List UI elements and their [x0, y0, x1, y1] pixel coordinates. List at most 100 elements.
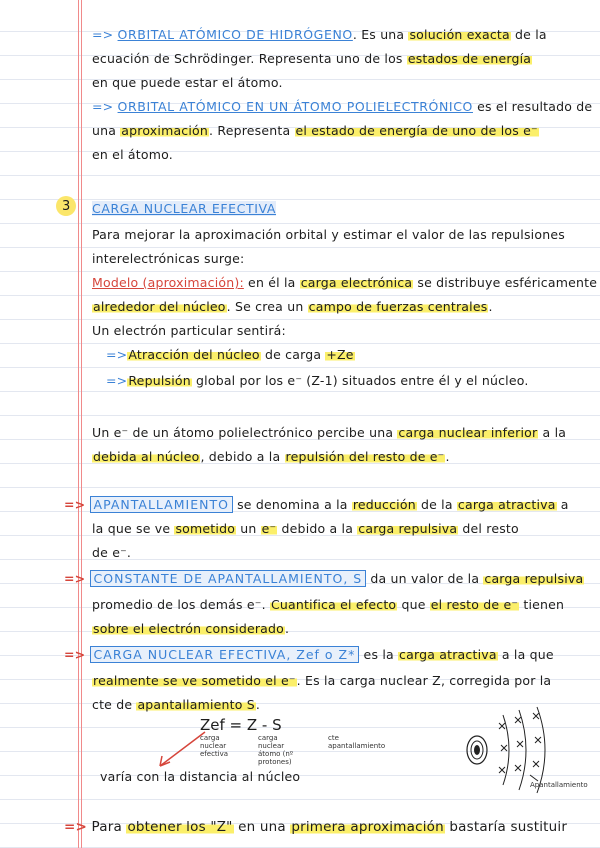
text: tienen	[519, 597, 565, 612]
note-line: Para mejorar la aproximación orbital y e…	[92, 226, 592, 244]
arrow-icon: =>	[92, 99, 114, 114]
highlight: e⁻	[260, 521, 278, 536]
text: bastaría sustituir	[444, 819, 568, 835]
text: debido a la	[277, 521, 358, 536]
note-line: => Para obtener los "Z" en una primera a…	[64, 818, 592, 836]
section-number: 3	[62, 199, 71, 214]
text: cte de	[92, 697, 137, 712]
text: de e⁻.	[92, 545, 132, 560]
text: ecuación de Schrödinger. Representa uno …	[92, 51, 407, 66]
text: . Se crea un	[226, 299, 308, 314]
note-line: Modelo (aproximación): en él la carga el…	[92, 274, 597, 292]
term-apantallamiento: APANTALLAMIENTO	[89, 496, 233, 513]
text: es la	[359, 647, 399, 662]
note-line: =>Atracción del núcleo de carga +Ze	[106, 346, 592, 364]
note-line: CARGA NUCLEAR EFECTIVA	[92, 200, 592, 218]
highlight: aproximación	[120, 123, 210, 138]
highlight: +Ze	[325, 347, 355, 362]
highlight: carga repulsiva	[483, 571, 585, 586]
text: a	[556, 497, 569, 512]
text: Para	[91, 819, 127, 835]
note-line: en el átomo.	[92, 146, 592, 164]
highlight: estados de energía	[406, 51, 533, 66]
arrow-icon: =>	[92, 27, 114, 42]
text: global por los e⁻ (Z-1) situados entre é…	[191, 373, 529, 388]
arrow-icon: =>	[64, 647, 86, 662]
note-line: => ORBITAL ATÓMICO DE HIDRÓGENO. Es una …	[92, 26, 592, 44]
note-line: sobre el electrón considerado.	[92, 620, 592, 638]
note-line: realmente se ve sometido el e⁻. Es la ca…	[92, 672, 592, 690]
highlight: repulsión del resto de e⁻	[284, 449, 446, 464]
text: .	[255, 697, 261, 712]
text: .	[488, 299, 493, 314]
text: promedio de los demás e⁻.	[92, 597, 270, 612]
text: que	[397, 597, 430, 612]
heading-orbital-polielectronico: ORBITAL ATÓMICO EN UN ÁTOMO POLIELECTRÓN…	[117, 99, 473, 114]
text: una	[92, 123, 121, 138]
text: se distribuye esféricamente	[413, 275, 598, 290]
text: es el resultado de	[472, 99, 593, 114]
heading-orbital-hidrogeno: ORBITAL ATÓMICO DE HIDRÓGENO	[117, 27, 353, 42]
highlight: carga nuclear inferior	[397, 425, 539, 440]
margin-line	[78, 0, 79, 848]
highlight: carga electrónica	[299, 275, 414, 290]
note-line: una aproximación. Representa el estado d…	[92, 122, 592, 140]
text: . Es la carga nuclear Z, corregida por l…	[296, 673, 552, 688]
text: varía con la distancia al núcleo	[100, 769, 301, 784]
arrow-icon: =>	[64, 571, 86, 586]
label-s: cte apantallamiento	[328, 734, 386, 750]
text: la que se ve	[92, 521, 175, 536]
term-constante: CONSTANTE DE APANTALLAMIENTO, S	[89, 570, 367, 587]
red-arrow-icon	[159, 731, 206, 767]
note-line: Un electrón particular sentirá:	[92, 322, 592, 340]
model-label: Modelo (aproximación):	[92, 275, 244, 290]
note-line: alrededor del núcleo. Se crea un campo d…	[92, 298, 592, 316]
highlight: Cuantifica el efecto	[269, 597, 398, 612]
note-line: debida al núcleo, debido a la repulsión …	[92, 448, 592, 466]
section-title: CARGA NUCLEAR EFECTIVA	[92, 201, 277, 216]
arrow-icon: =>	[64, 497, 86, 512]
highlight: solución exacta	[408, 27, 511, 42]
highlight: campo de fuerzas centrales	[307, 299, 489, 314]
highlight: reducción	[351, 497, 417, 512]
text: de carga	[260, 347, 326, 362]
note-line: la que se ve sometido un e⁻ debido a la …	[92, 520, 592, 538]
note-line: => ORBITAL ATÓMICO EN UN ÁTOMO POLIELECT…	[92, 98, 592, 116]
label-z: carga nuclear átomo (nº protones)	[258, 734, 294, 766]
arrow-icon: =>	[106, 373, 128, 388]
note-line: promedio de los demás e⁻. Cuantifica el …	[92, 596, 592, 614]
highlight: el estado de energía de uno de los e⁻	[294, 123, 539, 138]
highlight: realmente se ve sometido el e⁻	[92, 673, 297, 688]
text: interelectrónicas surge:	[92, 251, 245, 266]
term-carga-efectiva: CARGA NUCLEAR EFECTIVA, Zef o Z*	[89, 646, 360, 663]
text: .	[285, 621, 290, 636]
text: de la	[416, 497, 457, 512]
note-line: en que puede estar el átomo.	[92, 74, 592, 92]
highlight: el resto de e⁻	[429, 597, 520, 612]
text: Para mejorar la aproximación orbital y e…	[92, 227, 565, 242]
arrow-icon: =>	[64, 819, 88, 835]
highlight: alrededor del núcleo	[92, 299, 227, 314]
text: se denomina a la	[232, 497, 352, 512]
notebook-page: => ORBITAL ATÓMICO DE HIDRÓGENO. Es una …	[0, 0, 600, 848]
highlight: sobre el electrón considerado	[92, 621, 286, 636]
note-line: => CARGA NUCLEAR EFECTIVA, Zef o Z* es l…	[64, 646, 592, 664]
highlight: carga repulsiva	[357, 521, 459, 536]
highlight: sometido	[174, 521, 237, 536]
note-line: de e⁻.	[92, 544, 592, 562]
highlight: carga atractiva	[456, 497, 557, 512]
text: en el átomo.	[92, 147, 173, 162]
highlight: primera aproximación	[290, 819, 445, 835]
text: en él la	[243, 275, 300, 290]
note-line: Un e⁻ de un átomo polielectrónico percib…	[92, 424, 592, 442]
highlight: carga atractiva	[398, 647, 498, 662]
text: en una	[233, 819, 291, 835]
note-line: => CONSTANTE DE APANTALLAMIENTO, S da un…	[64, 570, 592, 588]
highlight: Atracción del núcleo	[127, 347, 261, 362]
text: de la	[510, 27, 547, 42]
text: a la	[538, 425, 567, 440]
text: a la que	[497, 647, 554, 662]
text: un	[236, 521, 261, 536]
text: da un valor de la	[366, 571, 484, 586]
text: . Es una	[352, 27, 409, 42]
